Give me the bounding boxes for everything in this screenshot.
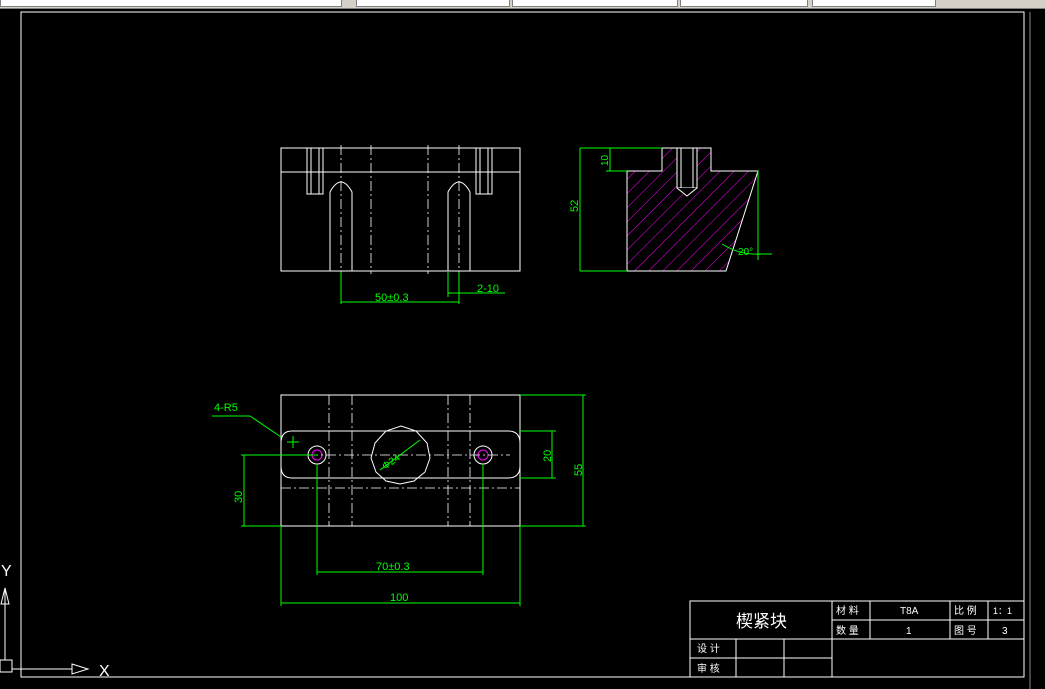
dim-4-r5: 4-R5 (214, 402, 238, 414)
top-toolbar (0, 0, 1045, 9)
ucs-y-label: Y (1, 563, 12, 580)
material-value: T8A (900, 606, 919, 617)
scale-label: 比 例 (954, 604, 977, 617)
drawing-no-value: 3 (1002, 626, 1008, 637)
dim-70: 70±0.3 (376, 561, 410, 573)
front-view (280, 147, 521, 272)
dim-2-10: 2-10 (477, 283, 499, 295)
material-label: 材 料 (836, 604, 859, 617)
dim-52: 52 (569, 200, 581, 212)
toolbar-dropdown-2[interactable] (356, 0, 510, 7)
toolbar-dropdown-3[interactable] (512, 0, 678, 7)
toolbar-dropdown-1[interactable] (0, 0, 342, 7)
dim-50: 50±0.3 (375, 292, 409, 304)
drawing-border (20, 11, 1025, 678)
review-label: 审 核 (697, 662, 720, 675)
dim-100: 100 (390, 592, 408, 604)
drawing-no-label: 图 号 (954, 625, 977, 637)
drawing-canvas[interactable]: 50±0.3 2-10 52 10 20° 4-R5 Φ24 20 55 30 … (0, 9, 1045, 689)
ucs-icon (0, 587, 90, 675)
part-name: 楔紧块 (736, 612, 787, 631)
dim-20deg: 20° (738, 247, 753, 258)
dim-30: 30 (233, 491, 245, 503)
dim-20: 20 (542, 450, 554, 462)
qty-value: 1 (906, 626, 912, 637)
toolbar-dropdown-5[interactable] (812, 0, 936, 7)
dim-10: 10 (600, 154, 611, 166)
front-view-centerlines (340, 145, 460, 274)
ucs-x-label: X (99, 663, 110, 680)
dim-55: 55 (573, 464, 585, 476)
toolbar-dropdown-4[interactable] (680, 0, 808, 7)
qty-label: 数 量 (836, 624, 859, 637)
design-label: 设 计 (697, 642, 720, 655)
scale-value: 1：1 (993, 606, 1012, 616)
